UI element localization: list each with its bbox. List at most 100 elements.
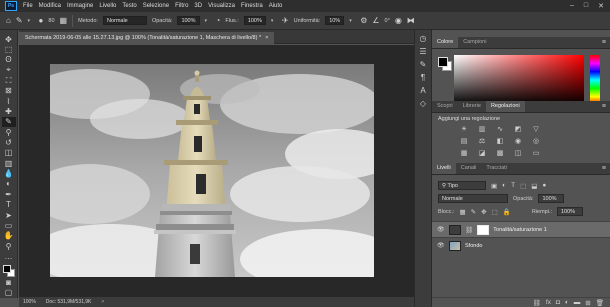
posterize-icon[interactable]: ▩ [494,149,506,159]
brush-tool-preset-icon[interactable]: ✎ [16,16,23,25]
quick-select-tool-icon[interactable]: ⌖ [2,65,16,75]
eye-icon[interactable]: 👁 [437,242,445,249]
add-mask-icon[interactable]: ◘ [556,299,560,306]
brush-panel-icon[interactable]: ▦ [60,16,68,25]
brightness-contrast-icon[interactable]: ☀ [458,125,470,135]
fill-input[interactable]: 100% [557,207,583,216]
move-tool-icon[interactable]: ✥ [2,34,16,44]
layer-filter-select[interactable]: ⚲ Tipo [438,181,486,190]
angle-icon[interactable]: ∠ [372,16,379,25]
new-group-icon[interactable]: ▬ [574,299,581,306]
threshold-icon[interactable]: ◫ [512,149,524,159]
lasso-tool-icon[interactable]: ʘ [2,55,16,65]
gear-icon[interactable]: ⚙ [360,16,367,25]
zoom-tool-icon[interactable]: ⚲ [2,241,16,251]
path-select-tool-icon[interactable]: ➤ [2,210,16,220]
frame-tool-icon[interactable]: ⊠ [2,86,16,96]
filter-toggle-icon[interactable]: ● [542,182,546,189]
mode-select[interactable]: Normale [102,16,147,25]
lock-pixels-icon[interactable]: ✎ [471,208,476,216]
type-tool-icon[interactable]: T [2,200,16,210]
gradient-map-icon[interactable]: ▭ [530,149,542,159]
smoothing-input[interactable]: 10% [325,16,345,25]
history-brush-tool-icon[interactable]: ↺ [2,137,16,147]
tab-librerie[interactable]: Librerie [458,101,486,112]
zoom-level[interactable]: 100% [23,299,36,305]
lock-position-icon[interactable]: ✥ [481,208,486,216]
tab-campioni[interactable]: Campioni [458,37,491,48]
brushes-panel-icon[interactable]: ✎ [420,60,427,69]
eraser-tool-icon[interactable]: ◫ [2,148,16,158]
gradient-tool-icon[interactable]: ▥ [2,158,16,168]
tab-canali[interactable]: Canali [456,163,482,174]
opacity-input[interactable]: 100% [177,16,200,25]
eyedropper-tool-icon[interactable]: ⌇ [2,96,16,106]
healing-brush-tool-icon[interactable]: ✚ [2,106,16,116]
eye-icon[interactable]: 👁 [437,226,445,233]
brush-tool-icon[interactable]: ✎ [1,116,16,128]
pen-tool-icon[interactable]: ✒ [2,189,16,199]
marquee-tool-icon[interactable]: ⬚ [2,44,16,54]
link-layers-icon[interactable]: ⛓ [533,299,541,307]
menu-visualizza[interactable]: Visualizza [208,3,235,9]
close-window-button[interactable]: ✕ [598,2,604,10]
new-layer-icon[interactable]: ⊞ [585,299,590,307]
menu-filtro[interactable]: Filtro [175,3,188,9]
lock-all-icon[interactable]: 🔒 [503,208,511,216]
color-balance-icon[interactable]: ⚖ [476,137,488,147]
paragraph-panel-icon[interactable]: ¶ [421,73,425,82]
filter-shape-icon[interactable]: ⬚ [520,182,526,190]
layer-mask-thumbnail[interactable] [477,224,490,235]
menu-3d[interactable]: 3D [194,3,202,9]
glyphs-panel-icon[interactable]: ◇ [420,99,426,108]
chevron-down-icon[interactable]: ▾ [349,18,355,24]
hand-tool-icon[interactable]: ✋ [2,231,16,241]
brush-tip-icon[interactable]: ● [39,16,44,25]
tab-livelli[interactable]: Livelli [432,163,456,174]
tab-tracciati[interactable]: Tracciati [481,163,512,174]
hue-slider[interactable] [590,55,600,105]
properties-panel-icon[interactable]: ☰ [419,47,426,56]
character-panel-icon[interactable]: A [420,86,425,95]
blur-tool-icon[interactable]: 💧 [2,168,16,178]
crop-tool-icon[interactable]: ⛶ [2,75,16,85]
minimize-button[interactable]: – [570,2,574,10]
panel-menu-icon[interactable]: ≡ [602,37,606,48]
menu-modifica[interactable]: Modifica [39,3,61,9]
chevron-down-icon[interactable]: ▾ [271,18,277,24]
menu-testo[interactable]: Testo [122,3,136,9]
exposure-icon[interactable]: ◩ [512,125,524,135]
document-image[interactable] [50,64,374,277]
screen-mode-icon[interactable]: ▢ [2,288,16,298]
close-tab-icon[interactable]: × [265,35,268,41]
levels-icon[interactable]: ▥ [476,125,488,135]
more-tools-icon[interactable]: … [2,251,16,261]
rectangle-tool-icon[interactable]: ▭ [2,220,16,230]
photo-filter-icon[interactable]: ◉ [512,137,524,147]
tab-colore[interactable]: Colore [432,37,459,48]
status-menu-arrow[interactable]: > [101,299,104,305]
chevron-down-icon[interactable]: ▾ [205,18,211,24]
dodge-tool-icon[interactable]: ◐ [2,179,16,189]
layer-row-hue-saturation[interactable]: 👁 ⛓ Tonalità/saturazione 1 [432,221,610,237]
menu-file[interactable]: File [23,3,33,9]
delete-layer-icon[interactable]: 🗑 [596,299,604,307]
filter-adjustment-icon[interactable]: ◐ [502,182,506,189]
pressure-opacity-icon[interactable]: ◔ [216,16,221,25]
panel-menu-icon[interactable]: ≡ [602,101,606,112]
clone-stamp-tool-icon[interactable]: ⚲ [2,127,16,137]
menu-aiuto[interactable]: Aiuto [269,3,283,9]
vibrance-icon[interactable]: ▽ [530,125,542,135]
color-lookup-icon[interactable]: ▦ [458,149,470,159]
new-adjustment-icon[interactable]: ◐ [565,299,569,306]
layer-name[interactable]: Tonalità/saturazione 1 [493,227,547,233]
hue-saturation-icon[interactable]: ▤ [458,137,470,147]
tab-regolazioni[interactable]: Regolazioni [485,101,525,112]
history-panel-icon[interactable]: ◷ [420,34,427,43]
airbrush-icon[interactable]: ✈ [282,16,289,25]
menu-immagine[interactable]: Immagine [67,3,93,9]
panel-menu-icon[interactable]: ≡ [602,163,606,174]
foreground-color-swatch[interactable] [438,57,448,67]
document-tab[interactable]: Schermata 2019-06-05 alle 15.27.13.jpg @… [19,32,275,44]
menu-finestra[interactable]: Finestra [241,3,263,9]
